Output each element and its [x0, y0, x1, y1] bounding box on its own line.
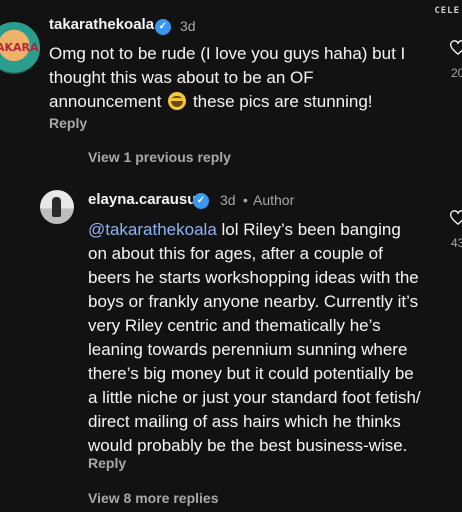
laughing-face-emoji-icon	[168, 92, 187, 110]
mention-link[interactable]: @takarathekoala	[88, 220, 217, 239]
comment-reply-button[interactable]: Reply	[49, 115, 87, 131]
reply-username[interactable]: elayna.carausu	[88, 191, 196, 208]
comment-username[interactable]: takarathekoala	[49, 16, 154, 33]
reply-like-count: 43	[451, 236, 462, 250]
avatar-text: AKARA	[0, 41, 39, 54]
reply-like-heart-icon[interactable]	[450, 210, 462, 225]
view-previous-reply-button[interactable]: View 1 previous reply	[88, 149, 231, 165]
reply-text-body: lol Riley’s been banging on about this f…	[88, 220, 421, 455]
reply-reply-button[interactable]: Reply	[88, 455, 126, 471]
view-more-replies-button[interactable]: View 8 more replies	[88, 490, 218, 506]
avatar-figure	[52, 197, 61, 217]
reply-text: @takarathekoala lol Riley’s been banging…	[88, 218, 422, 458]
commenter-avatar[interactable]: AKARA	[0, 20, 42, 76]
meta-separator: •	[243, 192, 248, 208]
author-label: Author	[253, 192, 295, 208]
comment-text: Omg not to be rude (I love you guys haha…	[49, 42, 429, 114]
corner-tag: CELE	[434, 6, 460, 16]
reply-age: 3d	[220, 192, 236, 208]
comment-text-tail: these pics are stunning!	[192, 92, 373, 111]
comment-like-count: 20	[451, 66, 462, 80]
comments-screen: CELE AKARA takarathekoala ✓ 3d Omg not t…	[0, 0, 462, 512]
verified-badge-icon: ✓	[155, 19, 171, 35]
reply-author-avatar[interactable]	[40, 190, 74, 224]
comment-like-heart-icon[interactable]	[450, 40, 462, 55]
comment-age: 3d	[180, 18, 196, 34]
verified-badge-icon: ✓	[193, 193, 209, 209]
